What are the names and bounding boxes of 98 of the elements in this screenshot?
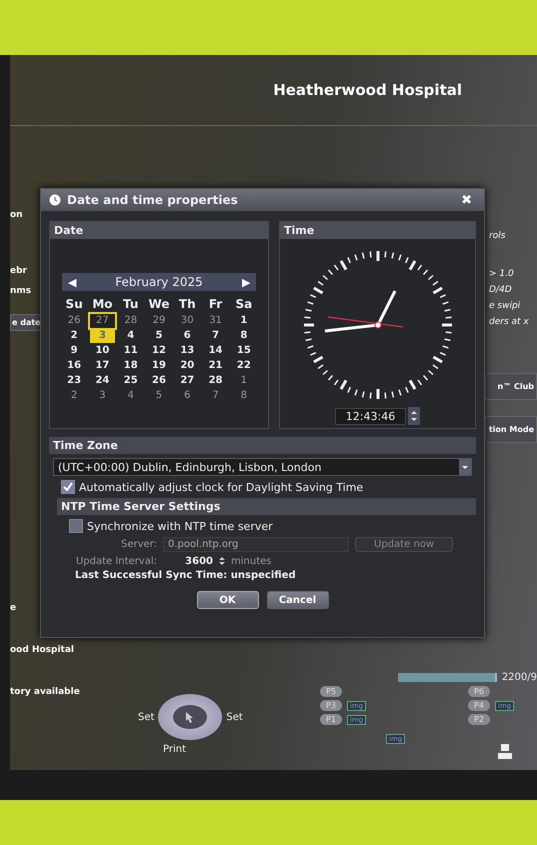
weekday-label: Su <box>64 296 84 313</box>
checkbox[interactable] <box>69 519 83 533</box>
last-sync-text: Last Successful Sync Time: unspecified <box>75 570 297 581</box>
clock-icon <box>49 194 61 206</box>
set-label: Set <box>138 712 154 722</box>
calendar-day[interactable]: 9 <box>62 344 86 358</box>
update-now-button[interactable]: Update now <box>355 537 454 552</box>
calendar-day[interactable]: 24 <box>90 374 115 388</box>
calendar-day[interactable]: 4 <box>118 389 143 403</box>
calendar-day[interactable]: 23 <box>62 374 86 388</box>
checkbox-label: Synchronize with NTP time server <box>87 520 273 532</box>
field-label: Server: <box>120 539 157 550</box>
dialog-button[interactable]: Cancel <box>266 591 328 609</box>
background-text: ebr <box>10 266 27 276</box>
printer-icon <box>498 744 512 760</box>
checkbox[interactable] <box>61 480 75 494</box>
calendar-day[interactable]: 8 <box>232 329 256 343</box>
dropdown-caret-icon <box>459 459 471 475</box>
calendar-day[interactable]: 4 <box>118 329 143 343</box>
hospital-title: Heatherwood Hospital <box>273 81 462 99</box>
background-text: nms <box>10 286 32 296</box>
background-text: e <box>10 603 16 613</box>
background-text: e swipi <box>488 301 520 311</box>
background-button[interactable]: tion Mode <box>485 416 537 443</box>
progress-reading: 2200/9 <box>502 672 537 683</box>
calendar-day[interactable]: 22 <box>232 359 256 373</box>
previous-month-button[interactable]: ◀ <box>62 276 82 288</box>
panel-heading: Date <box>50 222 268 239</box>
calendar-day[interactable]: 6 <box>175 329 200 343</box>
spinner-arrows-icon[interactable] <box>219 555 225 567</box>
calendar-day[interactable]: 30 <box>175 314 200 328</box>
calendar-day[interactable]: 26 <box>62 314 86 328</box>
calendar-day[interactable]: 29 <box>146 314 172 328</box>
calendar-day[interactable]: 28 <box>118 314 143 328</box>
spinner-arrows-icon[interactable] <box>408 407 420 425</box>
weekday-label: Fr <box>208 296 224 313</box>
dialog-button[interactable]: OK <box>196 591 258 609</box>
calendar-day[interactable]: 10 <box>90 344 115 358</box>
calendar-day[interactable]: 17 <box>90 359 115 373</box>
calendar-day[interactable]: 3 <box>90 389 115 403</box>
pointer-icon <box>185 711 196 723</box>
field-label: Update Interval: <box>74 556 157 566</box>
close-button[interactable]: ✖ <box>457 192 476 208</box>
calendar-day[interactable]: 16 <box>62 359 86 373</box>
calendar-day[interactable]: 8 <box>232 389 256 403</box>
calendar-day[interactable]: 31 <box>203 314 228 328</box>
calendar-day[interactable]: 28 <box>203 374 228 388</box>
weekday-label: Sa <box>234 296 254 313</box>
calendar-day[interactable]: 2 <box>62 389 86 403</box>
calendar-day[interactable]: 20 <box>175 359 200 373</box>
weekday-label: Mo <box>91 296 114 313</box>
calendar-day[interactable]: 13 <box>175 344 200 358</box>
section-heading: Time Zone <box>49 437 476 454</box>
calendar-day[interactable]: 21 <box>203 359 228 373</box>
calendar-day[interactable]: 18 <box>118 359 143 373</box>
interval-field[interactable]: 3600 <box>163 556 213 566</box>
set-label: Set <box>226 712 243 722</box>
background-button[interactable]: e date <box>10 314 43 331</box>
time-zone-dropdown[interactable]: (UTC+00:00) Dublin, Edinburgh, Lisbon, London <box>53 458 472 476</box>
calendar-day[interactable]: 27 <box>90 314 115 328</box>
background-button[interactable]: n™ Club <box>485 373 537 400</box>
calendar-day[interactable]: 11 <box>118 344 143 358</box>
calendar-day[interactable]: 7 <box>203 329 228 343</box>
calendar-day[interactable]: 7 <box>203 389 228 403</box>
background-text: > 1.0 <box>488 269 514 279</box>
server-field[interactable]: 0.pool.ntp.org <box>163 537 349 552</box>
calendar-day[interactable]: 3 <box>90 329 115 343</box>
dialog-title: Date and time properties <box>67 193 239 207</box>
calendar-day[interactable]: 27 <box>175 374 200 388</box>
next-month-button[interactable]: ▶ <box>236 276 256 288</box>
calendar-day[interactable]: 5 <box>146 329 172 343</box>
weekday-label: Tu <box>122 296 140 313</box>
calendar-day[interactable]: 6 <box>175 389 200 403</box>
time-field[interactable]: 12:43:46 <box>334 408 406 424</box>
calendar-day[interactable]: 12 <box>146 344 172 358</box>
calendar-day[interactable]: 2 <box>62 329 86 343</box>
checkbox-label: Automatically adjust clock for Daylight Saving Time <box>79 480 364 494</box>
calendar-day[interactable]: 25 <box>118 374 143 388</box>
unit-label: minutes <box>231 556 272 566</box>
weekday-label: Th <box>178 296 197 313</box>
background-text: tory available <box>10 687 80 697</box>
calendar-day[interactable]: 1 <box>232 374 256 388</box>
calendar-day[interactable]: 5 <box>146 389 172 403</box>
weekday-label: We <box>148 296 170 313</box>
background-text: ood Hospital <box>10 645 74 655</box>
month-label: February 2025 <box>114 275 204 289</box>
background-text: ders at x <box>488 317 529 327</box>
calendar-day[interactable]: 1 <box>232 314 256 328</box>
calendar-day[interactable]: 26 <box>146 374 172 388</box>
panel-heading: Time <box>280 222 475 239</box>
print-label: Print <box>163 744 186 755</box>
calendar-day[interactable]: 19 <box>146 359 172 373</box>
calendar-day[interactable]: 14 <box>203 344 228 358</box>
calendar-day[interactable]: 15 <box>232 344 256 358</box>
section-heading: NTP Time Server Settings <box>57 498 476 515</box>
background-text: D/4D <box>488 285 512 295</box>
background-text: rols <box>488 231 506 241</box>
background-text: on <box>10 210 23 220</box>
